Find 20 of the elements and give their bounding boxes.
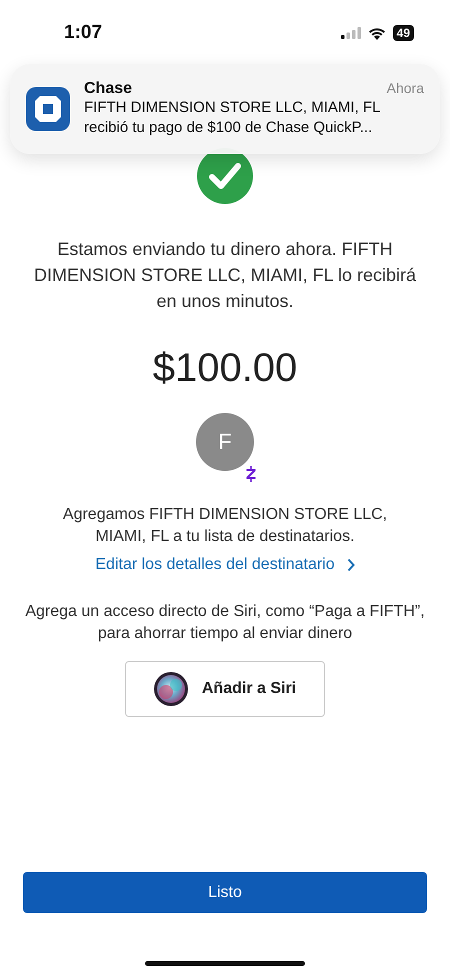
status-message: Estamos enviando tu dinero ahora. FIFTH DIMENSION STORE LLC, MIAMI, FL lo recibirá en unos minutos. (32, 238, 418, 313)
notification-text: recibió tu pago de $100 de Chase QuickP... (84, 118, 374, 138)
signal-icon (340, 27, 361, 39)
siri-shortcut-message: Agrega un acceso directo de Siri, como “Paga a FIFTH”, para ahorrar tiempo al enviar dinero (24, 602, 426, 644)
notification-time: Ahora (386, 80, 424, 96)
add-to-siri-button[interactable]: Añadir a Siri (125, 661, 325, 717)
done-button[interactable]: Listo (23, 872, 427, 913)
wifi-icon (368, 26, 386, 40)
notification-app-name: Chase (84, 80, 132, 98)
payment-amount: $100.00 (152, 346, 298, 391)
edit-recipient-link[interactable]: Editar los detalles del destinatario (95, 556, 355, 574)
avatar-initial: F (218, 429, 232, 455)
battery-level: 49 (392, 25, 414, 41)
app-logo-icon (26, 87, 70, 131)
status-time: 1:07 (64, 22, 102, 44)
siri-orb-icon (154, 672, 188, 706)
notification-text: FIFTH DIMENSION STORE LLC, MIAMI, FL (84, 98, 382, 118)
notification-card[interactable]: Chase Ahora FIFTH DIMENSION STORE LLC, MIAMI, FL recibió tu pago de $100 de Chase QuickP... (10, 64, 440, 154)
chevron-right-icon (346, 558, 355, 572)
recipient-added-message: Agregamos FIFTH DIMENSION STORE LLC, MIAMI, FL a tu lista de destinatarios. (62, 505, 388, 547)
